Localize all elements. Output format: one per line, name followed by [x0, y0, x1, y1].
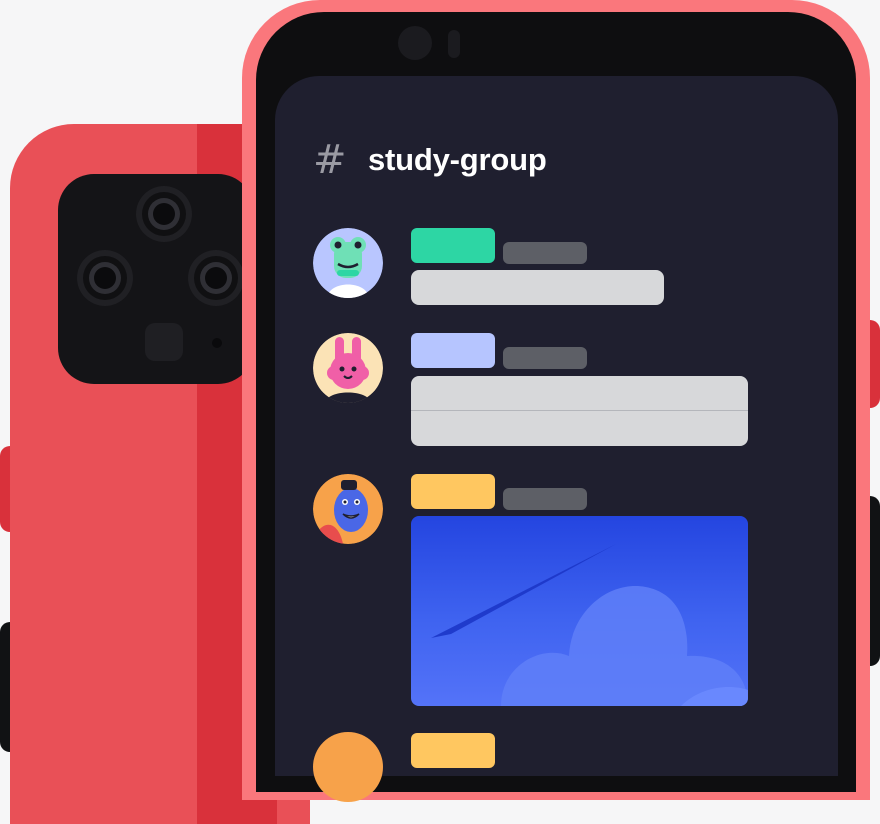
camera-lens-icon	[188, 250, 244, 306]
microphone-dot-icon	[212, 338, 222, 348]
username-pill[interactable]	[411, 333, 495, 368]
message-bubble	[411, 270, 664, 305]
message-divider	[411, 410, 748, 411]
message-bubble	[411, 376, 748, 446]
image-attachment[interactable]	[411, 516, 748, 706]
avatar-icon[interactable]	[313, 732, 383, 802]
flash-icon	[145, 323, 183, 361]
timestamp-pill	[503, 242, 587, 264]
channel-hash-icon: #	[313, 137, 347, 183]
timestamp-pill	[503, 488, 587, 510]
camera-lens-icon	[136, 186, 192, 242]
genie-avatar-icon[interactable]	[313, 474, 383, 544]
username-pill[interactable]	[411, 228, 495, 263]
camera-lens-icon	[77, 250, 133, 306]
username-pill[interactable]	[411, 733, 495, 768]
username-pill[interactable]	[411, 474, 495, 509]
front-camera-icon	[398, 26, 432, 60]
channel-name[interactable]: study-group	[368, 140, 547, 180]
frog-avatar-icon[interactable]	[313, 228, 383, 298]
timestamp-pill	[503, 347, 587, 369]
speaker-icon	[448, 30, 460, 58]
bunny-avatar-icon[interactable]	[313, 333, 383, 403]
